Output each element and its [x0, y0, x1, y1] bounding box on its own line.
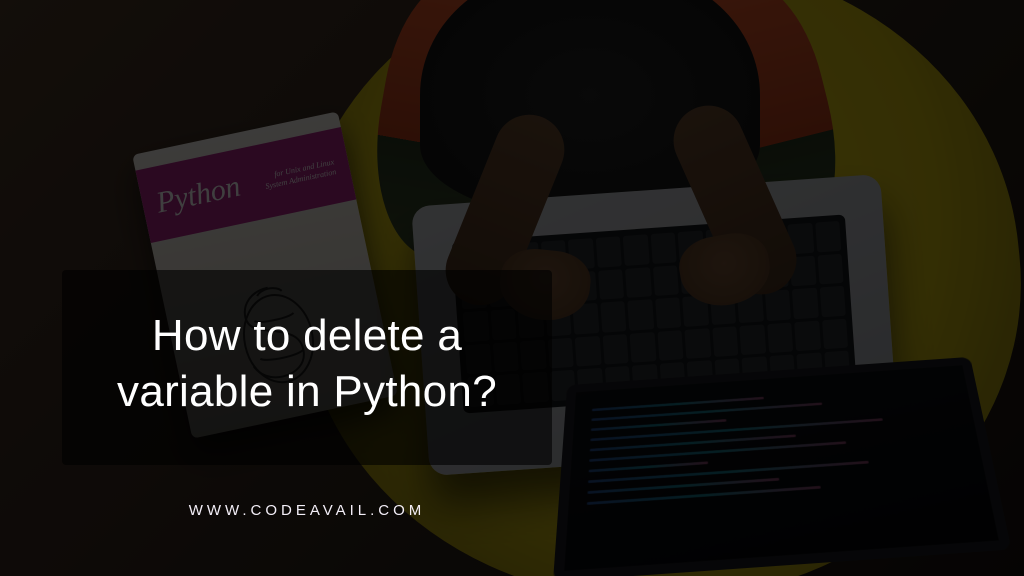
headline-panel: How to delete a variable in Python?: [62, 270, 552, 465]
hero-image: Python for Unix and Linux System Adminis…: [0, 0, 1024, 576]
site-url: WWW.CODEAVAIL.COM: [62, 502, 552, 519]
headline-text: How to delete a variable in Python?: [96, 308, 518, 421]
